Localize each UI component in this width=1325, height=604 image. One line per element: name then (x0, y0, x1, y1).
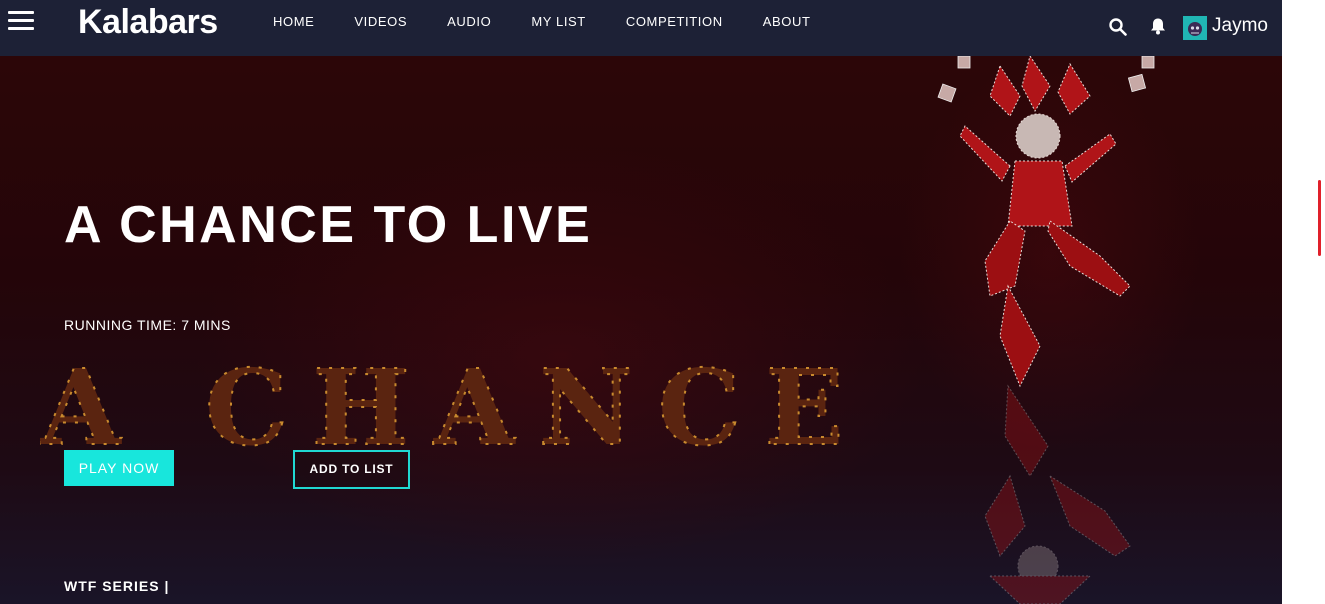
top-navbar: Kalabars HOME VIDEOS AUDIO MY LIST COMPE… (0, 0, 1282, 56)
kalabars-logo[interactable]: Kalabars (78, 2, 218, 42)
avatar-mascot-icon (1188, 22, 1202, 36)
main-nav: HOME VIDEOS AUDIO MY LIST COMPETITION AB… (273, 0, 851, 44)
nav-videos[interactable]: VIDEOS (354, 0, 407, 44)
nav-home[interactable]: HOME (273, 0, 314, 44)
play-now-button[interactable]: PLAY NOW (64, 450, 174, 486)
hero-background-word: A CHANCE (40, 356, 860, 456)
hero-title: A CHANCE TO LIVE (64, 196, 593, 254)
bell-icon[interactable] (1149, 17, 1167, 35)
nav-audio[interactable]: AUDIO (447, 0, 491, 44)
scroll-indicator (1318, 180, 1321, 256)
jester-illustration (937, 56, 1155, 604)
running-time: RUNNING TIME: 7 MINS (64, 317, 231, 333)
nav-about[interactable]: ABOUT (763, 0, 811, 44)
search-icon[interactable] (1109, 18, 1127, 36)
background-word-text: A CHANCE (40, 356, 860, 456)
avatar[interactable] (1183, 16, 1207, 40)
app: A CHANCE A CHANCE TO LIVE RUNNING TIME: … (0, 0, 1282, 604)
nav-competition[interactable]: COMPETITION (626, 0, 723, 44)
section-title-wtf-series: WTF SERIES | (64, 578, 170, 594)
nav-my-list[interactable]: MY LIST (531, 0, 586, 44)
menu-icon[interactable] (8, 11, 34, 31)
username[interactable]: Jaymo (1212, 14, 1268, 38)
add-to-list-button[interactable]: ADD TO LIST (293, 450, 410, 489)
